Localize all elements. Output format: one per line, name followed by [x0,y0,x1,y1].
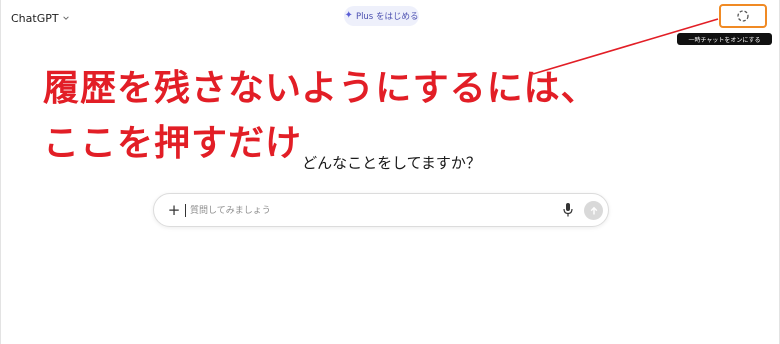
microphone-icon[interactable] [562,202,574,218]
temporary-chat-button[interactable] [719,4,767,28]
send-button[interactable] [584,201,603,220]
page-heading: どんなことをしてますか？ [1,152,780,173]
prompt-input[interactable] [188,200,552,222]
chevron-down-icon [62,16,69,20]
temporary-chat-tooltip: 一時チャットをオンにする [677,33,772,45]
add-attachment-button[interactable]: + [164,200,184,220]
upgrade-plus-button[interactable]: ✦ Plus をはじめる [344,6,419,26]
sparkle-icon: ✦ [344,10,353,21]
page-heading-text: どんなことをしてますか？ [302,154,481,172]
text-caret [185,204,186,217]
upgrade-label: Plus をはじめる [355,12,419,22]
plus-icon: + [167,201,181,219]
dashed-circle-icon [737,10,749,22]
arrow-up-icon [590,206,597,214]
app-window: ChatGPT ✦ Plus をはじめる 一時チャットをオンにする 履歴を残さな… [0,0,780,344]
composer: + [153,193,609,227]
model-switcher[interactable]: ChatGPT [11,9,70,27]
model-label: ChatGPT [11,11,59,25]
annotation-line-1: 履歴を残さないようにするには、 [43,68,598,109]
